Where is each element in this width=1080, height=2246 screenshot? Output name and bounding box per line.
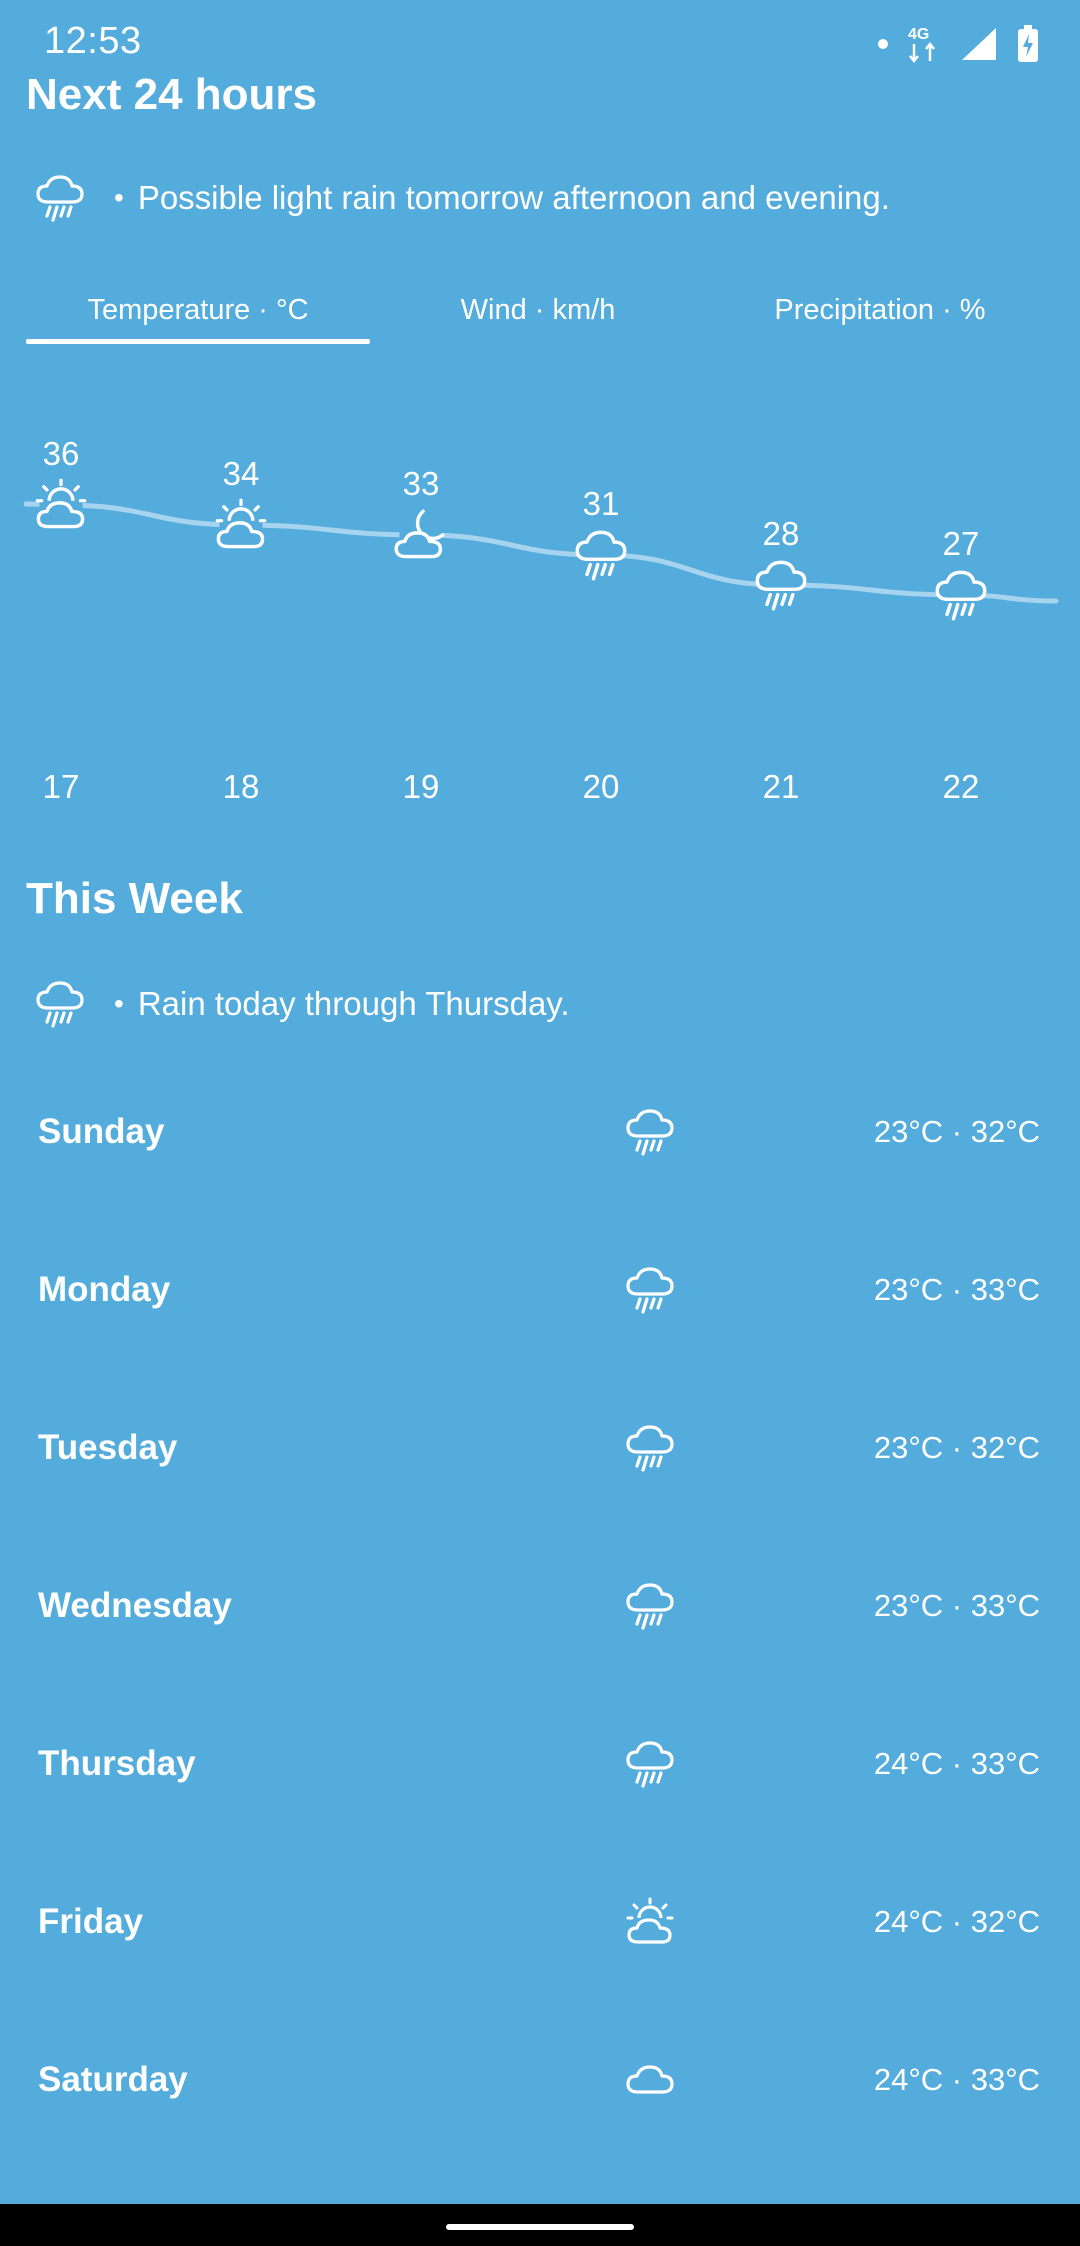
rain-icon xyxy=(624,1738,676,1790)
svg-text:4G: 4G xyxy=(908,26,929,43)
partly-cloudy-day-icon xyxy=(624,1896,676,1948)
rain-icon xyxy=(757,562,804,608)
day-temperature-range: 24°C · 32°C xyxy=(873,1904,1040,1939)
day-name: Wednesday xyxy=(38,1586,232,1625)
tab-temperature[interactable]: Temperature · °C xyxy=(28,288,368,344)
rain-icon xyxy=(36,175,84,222)
rain-icon xyxy=(36,981,84,1028)
rain-icon xyxy=(624,1580,676,1632)
day-temperature-range: 24°C · 33°C xyxy=(873,1746,1040,1781)
temperature-chart: 36 17 34 18 33 19 31 20 28 21 27 22 xyxy=(23,435,1059,805)
day-temperature-range: 23°C · 32°C xyxy=(873,1430,1040,1465)
next-24-summary: • Possible light rain tomorrow afternoon… xyxy=(34,172,890,224)
hour-tick-label: 19 xyxy=(403,768,440,805)
cloud-icon xyxy=(624,2054,676,2106)
day-name: Saturday xyxy=(38,2060,188,2099)
day-temperature-range: 23°C · 32°C xyxy=(873,1114,1040,1149)
rain-icon xyxy=(577,532,624,578)
temperature-value-label: 34 xyxy=(223,455,260,492)
hour-tick-label: 21 xyxy=(763,768,800,805)
day-row-wednesday[interactable]: Wednesday 23°C · 33°C xyxy=(0,1527,1080,1685)
partly-cloudy-day-icon xyxy=(37,480,84,526)
week-summary: • Rain today through Thursday. xyxy=(34,978,570,1030)
partly-cloudy-day-icon xyxy=(217,500,264,546)
day-row-friday[interactable]: Friday 24°C · 32°C xyxy=(0,1843,1080,2001)
dot-icon xyxy=(878,39,888,49)
temperature-value-label: 27 xyxy=(943,525,980,562)
rain-icon xyxy=(937,572,984,618)
next-24-summary-text: Possible light rain tomorrow afternoon a… xyxy=(137,179,890,216)
bullet: • xyxy=(114,182,124,213)
temperature-value-label: 31 xyxy=(583,485,620,522)
day-temperature-range: 23°C · 33°C xyxy=(873,1588,1040,1623)
signal-icon xyxy=(962,28,996,60)
day-row-saturday[interactable]: Saturday 24°C · 33°C xyxy=(0,2001,1080,2159)
day-row-tuesday[interactable]: Tuesday 23°C · 32°C xyxy=(0,1369,1080,1527)
day-row-monday[interactable]: Monday 23°C · 33°C xyxy=(0,1211,1080,1369)
rain-icon xyxy=(624,1264,676,1316)
hour-tick-label: 22 xyxy=(943,768,980,805)
next-24-hours-heading: Next 24 hours xyxy=(26,70,317,119)
temperature-value-label: 33 xyxy=(403,465,440,502)
rain-icon xyxy=(624,1422,676,1474)
4g-data-icon: 4G xyxy=(908,26,935,64)
tab-selected-indicator xyxy=(26,339,370,344)
day-name: Thursday xyxy=(38,1744,196,1783)
home-gesture-handle[interactable] xyxy=(446,2224,634,2230)
status-icons: 4G xyxy=(878,22,1040,66)
week-summary-text: Rain today through Thursday. xyxy=(137,985,570,1022)
tab-wind[interactable]: Wind · km/h xyxy=(368,288,708,344)
rain-icon xyxy=(624,1106,676,1158)
bullet: • xyxy=(114,988,124,1019)
day-name: Monday xyxy=(38,1270,171,1309)
day-name: Sunday xyxy=(38,1112,165,1151)
status-time: 12:53 xyxy=(44,20,142,62)
day-row-thursday[interactable]: Thursday 24°C · 33°C xyxy=(0,1685,1080,1843)
day-row-sunday[interactable]: Sunday 23°C · 32°C xyxy=(0,1053,1080,1211)
temperature-series-line xyxy=(23,501,1059,604)
tab-precipitation[interactable]: Precipitation · % xyxy=(710,288,1050,344)
temperature-value-label: 28 xyxy=(763,515,800,552)
battery-charging-icon xyxy=(1018,25,1038,62)
partly-cloudy-night-icon xyxy=(396,511,442,556)
day-name: Friday xyxy=(38,1902,144,1941)
day-name: Tuesday xyxy=(38,1428,178,1467)
hour-tick-label: 20 xyxy=(583,768,620,805)
this-week-heading: This Week xyxy=(26,874,243,923)
day-temperature-range: 24°C · 33°C xyxy=(873,2062,1040,2097)
hour-tick-label: 18 xyxy=(223,768,260,805)
hour-tick-label: 17 xyxy=(43,768,80,805)
day-temperature-range: 23°C · 33°C xyxy=(873,1272,1040,1307)
temperature-value-label: 36 xyxy=(43,435,80,472)
